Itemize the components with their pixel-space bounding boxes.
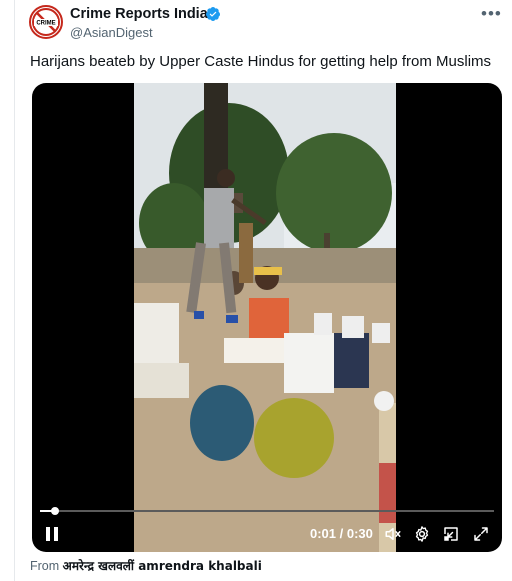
avatar-text: CRIME	[36, 21, 55, 27]
video-progress-bar[interactable]	[40, 507, 494, 515]
more-icon[interactable]: •••	[481, 4, 502, 24]
tweet-text: Harijans beateb by Upper Caste Hindus fo…	[30, 53, 492, 70]
attribution-prefix: From	[30, 559, 60, 573]
avatar-logo-icon: CRIME	[32, 8, 60, 36]
account-name[interactable]: Crime Reports India	[70, 6, 208, 22]
verified-badge-icon	[206, 7, 221, 21]
pause-icon[interactable]	[45, 526, 59, 542]
account-avatar[interactable]: CRIME	[29, 5, 63, 39]
video-player[interactable]: 0:01 / 0:30	[32, 83, 502, 552]
fullscreen-icon[interactable]	[472, 525, 490, 543]
settings-gear-icon[interactable]	[413, 525, 431, 543]
volume-muted-icon[interactable]	[384, 525, 402, 543]
video-progress-handle[interactable]	[50, 507, 59, 515]
attribution-source[interactable]: अमरेन्द्र खलवलीं amrendra khalbali	[63, 559, 262, 573]
video-attribution: From अमरेन्द्र खलवलीं amrendra khalbali	[30, 557, 262, 574]
video-frame[interactable]	[134, 83, 396, 552]
tweet-card: CRIME Crime Reports India @AsianDigest •…	[14, 0, 511, 581]
account-handle[interactable]: @AsianDigest	[70, 25, 153, 40]
picture-in-picture-icon[interactable]	[442, 525, 460, 543]
video-time-display: 0:01 / 0:30	[310, 526, 373, 541]
